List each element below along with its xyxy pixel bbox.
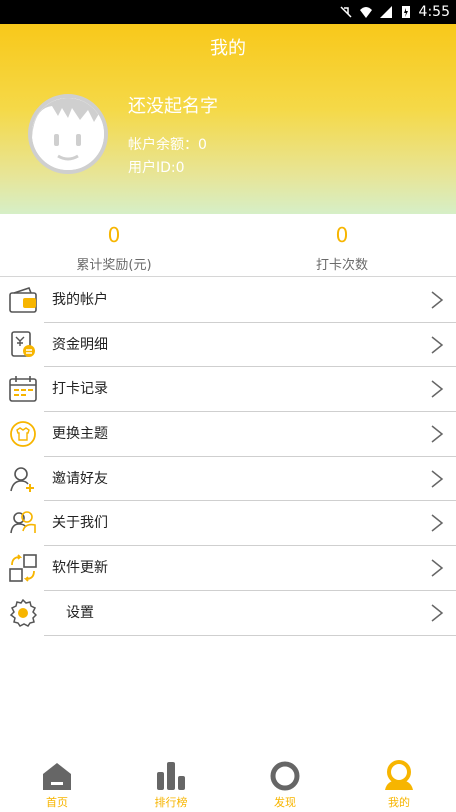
tab-mine[interactable]: 我的 [342, 752, 456, 812]
chevron-right-icon [431, 336, 444, 354]
status-time: 4:55 [418, 4, 450, 20]
stat-value: 0 [335, 223, 349, 247]
mute-icon [340, 6, 352, 18]
menu-item-about-us[interactable]: 关于我们 [0, 501, 456, 547]
stat-value: 0 [107, 223, 121, 247]
bottom-tab-bar: 首页 排行榜 发现 我的 [0, 752, 456, 812]
stat-total-reward[interactable]: 0 累计奖励(元) [0, 214, 228, 276]
chevron-right-icon [431, 425, 444, 443]
battery-icon [401, 6, 410, 18]
page-title: 我的 [210, 38, 246, 59]
calendar-icon [9, 376, 37, 403]
menu-label: 更换主题 [52, 426, 108, 443]
ranking-icon [157, 762, 185, 790]
stat-label: 打卡次数 [315, 258, 368, 273]
wifi-icon [359, 7, 372, 18]
settings-gear-icon [9, 598, 37, 627]
chevron-right-icon [431, 470, 444, 488]
theme-shirt-icon [10, 421, 36, 447]
profile-icon [385, 760, 413, 790]
chevron-right-icon [431, 604, 444, 622]
tab-label: 首页 [46, 796, 68, 809]
settings-menu: 我的帐户 资金明细 打卡记录 更换主题 邀请好友 关于我们 软件更新 设置 [0, 278, 456, 636]
menu-label: 邀请好友 [52, 470, 108, 487]
discover-icon [270, 761, 300, 791]
menu-item-settings[interactable]: 设置 [0, 590, 456, 636]
stat-label: 累计奖励(元) [76, 258, 152, 273]
chevron-right-icon [431, 380, 444, 398]
software-update-icon [9, 554, 37, 582]
menu-item-invite-friend[interactable]: 邀请好友 [0, 456, 456, 502]
menu-label: 资金明细 [52, 336, 108, 353]
tab-label: 发现 [274, 796, 296, 809]
menu-item-change-theme[interactable]: 更换主题 [0, 412, 456, 457]
tab-ranking[interactable]: 排行榜 [114, 752, 228, 812]
stat-checkin-count[interactable]: 0 打卡次数 [228, 214, 456, 276]
user-id: 用户ID:0 [128, 160, 185, 176]
avatar[interactable] [28, 94, 108, 174]
menu-item-checkin-record[interactable]: 打卡记录 [0, 367, 456, 413]
chevron-right-icon [431, 559, 444, 577]
tab-label: 排行榜 [154, 796, 188, 809]
tab-label: 我的 [388, 796, 410, 809]
wallet-icon [9, 287, 37, 313]
divider [44, 634, 456, 636]
menu-label: 打卡记录 [52, 381, 108, 398]
chevron-right-icon [431, 514, 444, 533]
tab-discover[interactable]: 发现 [228, 752, 342, 812]
menu-label: 设置 [66, 604, 94, 621]
menu-label: 软件更新 [52, 560, 108, 577]
signal-icon [379, 6, 392, 18]
profile-header: 我的 还没起名字 帐户余额：0 用户ID:0 [0, 24, 456, 214]
profile-name: 还没起名字 [128, 96, 218, 117]
menu-item-software-update[interactable]: 软件更新 [0, 546, 456, 591]
status-bar: 4:55 [0, 0, 456, 24]
menu-label: 我的帐户 [52, 292, 108, 308]
home-icon [43, 763, 71, 790]
invite-friend-icon [10, 466, 34, 492]
tab-home[interactable]: 首页 [0, 752, 114, 812]
about-us-icon [10, 511, 36, 534]
menu-item-fund-detail[interactable]: 资金明细 [0, 322, 456, 368]
account-balance: 帐户余额：0 [128, 137, 207, 153]
menu-label: 关于我们 [52, 515, 108, 532]
fund-detail-icon [11, 330, 35, 357]
menu-item-my-account[interactable]: 我的帐户 [0, 278, 456, 323]
avatar-face-icon [32, 98, 104, 170]
stats-row: 0 累计奖励(元) 0 打卡次数 [0, 214, 456, 277]
chevron-right-icon [431, 291, 444, 309]
